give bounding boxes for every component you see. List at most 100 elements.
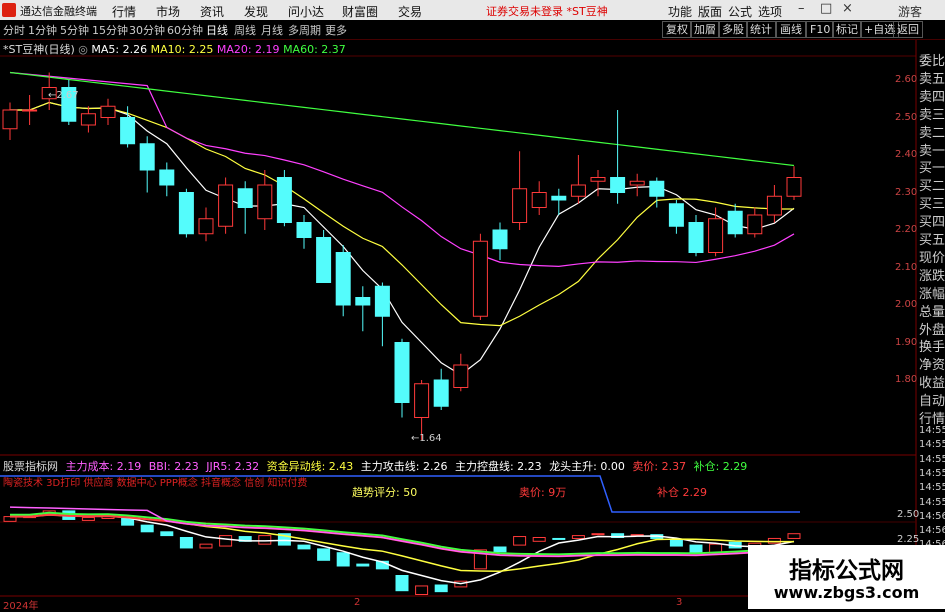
lower-candle	[356, 563, 370, 567]
guest-label[interactable]: 游客	[898, 3, 922, 20]
lower-candle	[219, 535, 233, 547]
candle-body	[472, 240, 488, 317]
watermark-title: 指标公式网	[789, 558, 904, 584]
ma60-label: MA60: 2.37	[283, 43, 346, 56]
menu-function[interactable]: 功能	[668, 3, 692, 20]
tab-1min[interactable]: 1分钟	[28, 22, 57, 38]
period-toolbar: 分时 1分钟 5分钟 15分钟 30分钟 60分钟 日线 周线 月线 多周期 更…	[0, 20, 945, 40]
tab-monthly[interactable]: 月线	[261, 22, 283, 38]
login-warning[interactable]: 证券交易未登录 *ST豆神	[486, 3, 608, 19]
candle-body	[276, 177, 292, 223]
side-panel-item: 涨跌	[919, 268, 945, 284]
candle-body	[708, 218, 724, 253]
candle-body	[394, 342, 410, 403]
lower-candle	[42, 510, 56, 515]
multi-stock-button[interactable]: 多股	[718, 21, 748, 38]
time-tick: 14:55	[919, 425, 945, 436]
price-tick-1-80: 1.80	[895, 374, 918, 385]
indicator-bbi: BBI: 2.23	[148, 460, 199, 473]
lower-support-line	[10, 511, 795, 556]
lower-candle	[375, 560, 389, 570]
add-position-label: 补仓 2.29	[657, 486, 707, 499]
candle-body	[610, 177, 626, 193]
tab-30min[interactable]: 30分钟	[129, 22, 165, 38]
menu-trade[interactable]: 交易	[398, 3, 422, 20]
candlestick-chart[interactable]	[0, 0, 945, 609]
mark-button[interactable]: 标记	[832, 21, 862, 38]
candle-body	[747, 214, 763, 235]
back-button[interactable]: 返回	[893, 21, 923, 38]
concept-tags: 陶瓷技术 3D打印 供应商 数据中心 PPP概念 抖音概念 信创 知识付费	[3, 478, 308, 489]
candle-body	[100, 105, 116, 118]
watermark-url: www.zbgs3.com	[773, 583, 920, 602]
menu-options[interactable]: 选项	[758, 3, 782, 20]
adjust-button[interactable]: 复权	[662, 21, 692, 38]
candle-body	[492, 229, 508, 250]
close-icon[interactable]: ×	[842, 1, 853, 16]
price-tick-2-50: 2.50	[895, 112, 918, 123]
menu-bar: 通达信金融终端 行情 市场 资讯 发现 问小达 财富圈 交易 证券交易未登录 *…	[0, 0, 945, 20]
lower-candle	[62, 510, 76, 520]
statistics-button[interactable]: 统计	[746, 21, 776, 38]
maximize-icon[interactable]: □	[820, 1, 832, 16]
indicator-jjr5: JJR5: 2.32	[206, 460, 260, 473]
draw-line-button[interactable]: 画线	[776, 21, 806, 38]
lower-candle	[81, 517, 95, 521]
menu-wealth[interactable]: 财富圈	[342, 3, 378, 20]
tab-weekly[interactable]: 周线	[234, 22, 256, 38]
settings-icon[interactable]: ◎	[78, 43, 88, 56]
side-panel-item: 卖四	[919, 89, 945, 105]
menu-formula[interactable]: 公式	[728, 3, 752, 20]
candle-body	[80, 113, 96, 126]
high-marker: ←2.67	[48, 90, 79, 101]
indicator-name[interactable]: 股票指标网	[3, 460, 58, 473]
candle-body	[433, 379, 449, 407]
app-title: 通达信金融终端	[20, 5, 97, 18]
minimize-icon[interactable]: –	[798, 1, 805, 16]
lower-candle	[591, 533, 605, 536]
tab-more[interactable]: 更多	[325, 22, 347, 38]
date-feb: 2	[354, 597, 361, 608]
ma10-line	[10, 101, 794, 327]
candle-body	[786, 177, 802, 197]
candle-body	[139, 143, 155, 171]
lower-sell-line	[10, 513, 795, 558]
sell-price-label: 奥价: 9万	[519, 486, 567, 499]
price-tick-2-30: 2.30	[895, 187, 918, 198]
lower-candle	[787, 533, 801, 539]
tab-intraday[interactable]: 分时	[3, 22, 25, 38]
time-tick: 14:55	[919, 482, 945, 494]
overlay-button[interactable]: 加層	[690, 21, 720, 38]
candle-body	[649, 180, 665, 197]
candle-body	[414, 383, 430, 418]
indicator-fund-line: 资金异动线: 2.43	[266, 460, 354, 473]
time-tick: 14:55	[919, 453, 945, 465]
candle-body	[374, 285, 390, 317]
menu-discover[interactable]: 发现	[244, 3, 268, 20]
stock-chart-title: *ST豆神(日线)	[3, 43, 75, 56]
price-tick-1-90: 1.90	[895, 337, 918, 348]
tab-multi-period[interactable]: 多周期	[288, 22, 321, 38]
tab-5min[interactable]: 5分钟	[60, 22, 89, 38]
tab-60min[interactable]: 60分钟	[167, 22, 203, 38]
price-tick-2-20: 2.20	[895, 224, 918, 235]
menu-ask[interactable]: 问小达	[288, 3, 324, 20]
lower-candle	[317, 548, 331, 561]
menu-layout[interactable]: 版面	[698, 3, 722, 20]
candle-body	[296, 222, 312, 238]
menu-quotes[interactable]: 行情	[112, 3, 136, 20]
side-panel-item: 换手	[919, 340, 945, 356]
menu-news[interactable]: 资讯	[200, 3, 224, 20]
candle-body	[237, 188, 253, 208]
tab-daily[interactable]: 日线	[206, 22, 228, 38]
tab-15min[interactable]: 15分钟	[92, 22, 128, 38]
time-tick: 14:55	[919, 439, 945, 451]
lower-candle	[258, 535, 272, 545]
f10-button[interactable]: F10	[806, 21, 835, 38]
time-tick: 14:55	[919, 467, 945, 479]
side-panel-item: 买二	[919, 179, 945, 195]
side-panel-item: 买一	[919, 161, 945, 177]
lower-candle	[297, 544, 311, 550]
price-tick-2-10: 2.10	[895, 262, 918, 273]
menu-market[interactable]: 市场	[156, 3, 180, 20]
